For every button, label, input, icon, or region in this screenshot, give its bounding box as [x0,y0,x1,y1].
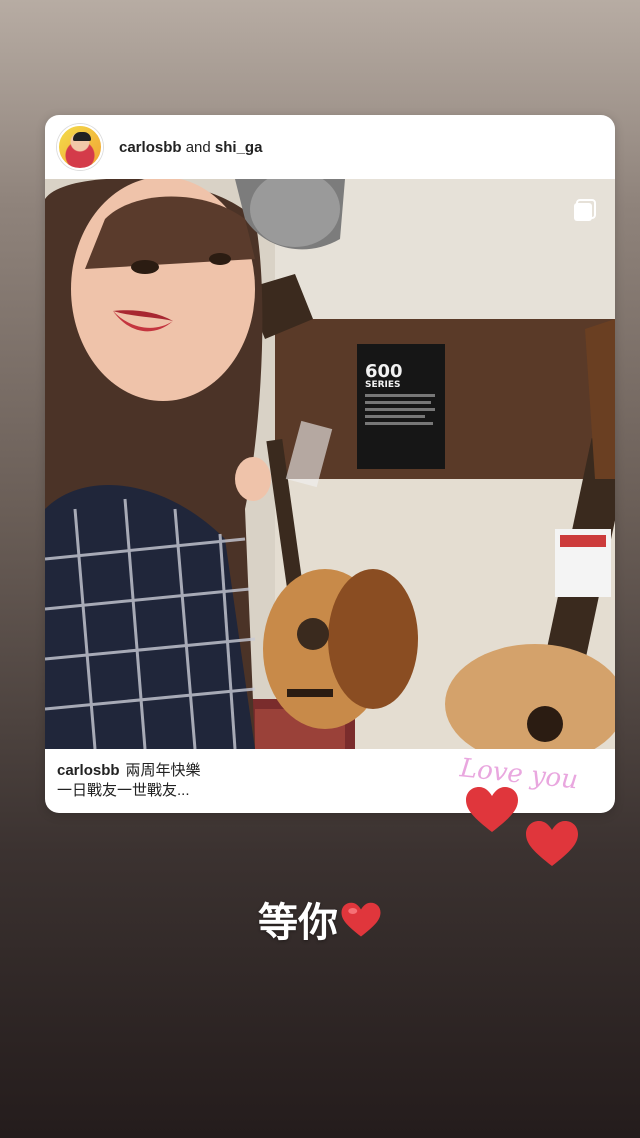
heart-icon-2 [526,821,578,866]
sign-subtitle: SERIES [365,380,401,390]
story-text-label: 等你 [258,900,338,946]
post-authors: carlosbb and shi_ga [119,139,262,156]
username-shi-ga[interactable]: shi_ga [215,139,263,156]
heart-icon [466,787,518,832]
heart-emoji [340,901,382,949]
caption-line1: 兩周年快樂 [125,762,201,779]
username-carlosbb[interactable]: carlosbb [119,139,182,156]
caption-username[interactable]: carlosbb [57,762,120,779]
sign-title: 600 [365,361,403,382]
story-text: 等你 [0,890,640,949]
connector-text: and [181,138,215,156]
post-photo[interactable]: 600 SERIES [45,179,615,749]
photo-illustration: 600 SERIES [45,179,615,749]
caption-line2: 一日戰友一世戰友... [57,782,190,799]
avatar[interactable] [57,124,103,170]
post-caption: carlosbb 兩周年快樂 一日戰友一世戰友... [57,761,457,801]
shared-post-card[interactable]: carlosbb and shi_ga 600 SERIES carlosbb … [45,115,615,813]
multiple-photos-icon [574,199,596,221]
post-header[interactable]: carlosbb and shi_ga [45,115,615,179]
